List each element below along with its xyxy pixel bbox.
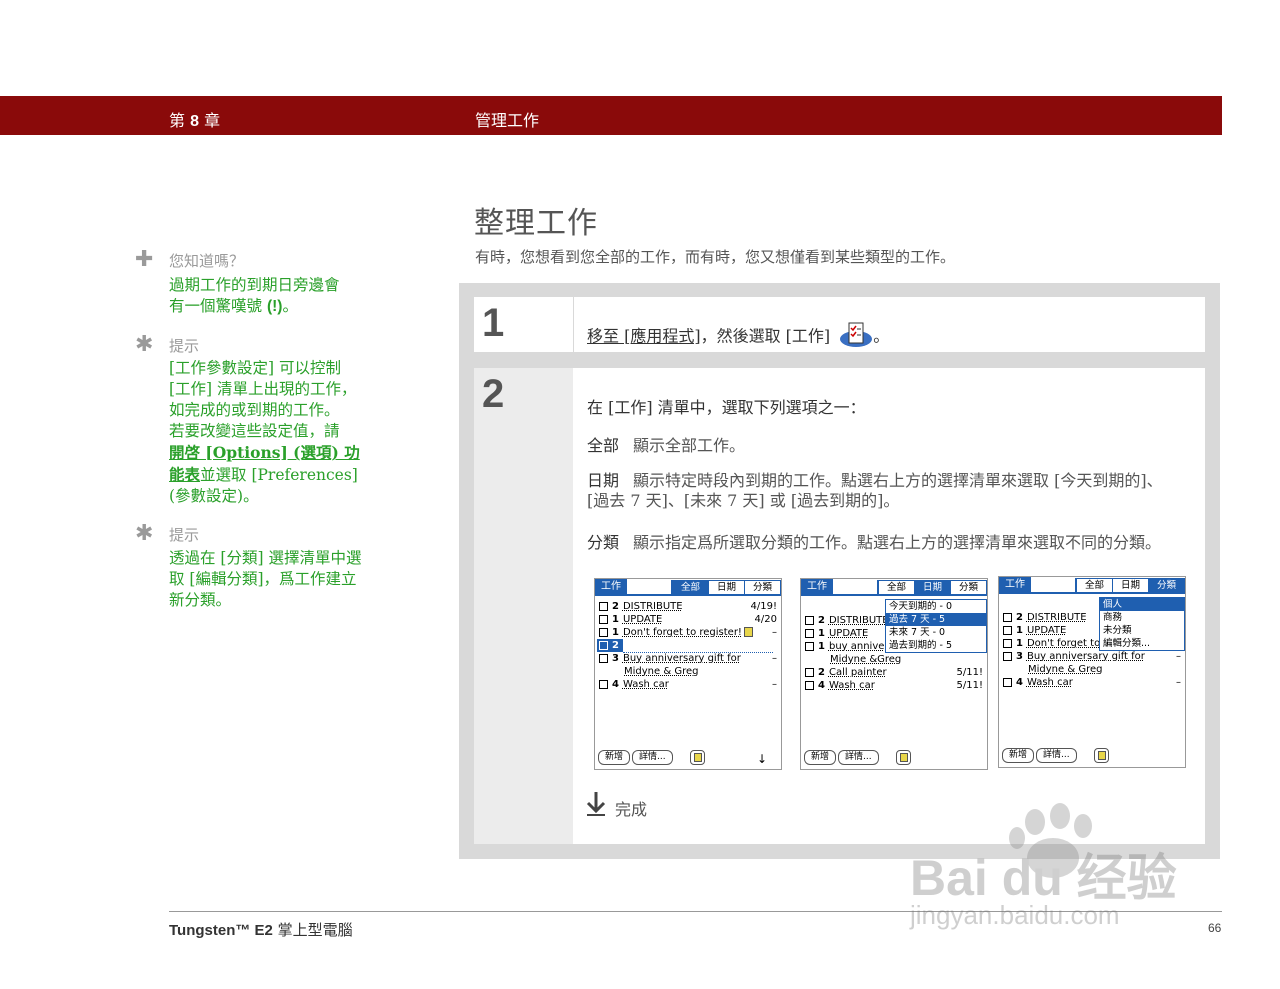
popup-item[interactable]: 今天到期的 - 0 [886, 600, 986, 613]
asterisk-icon: ✱ [135, 521, 154, 546]
task-row[interactable]: 3 Buy anniversary gift for [599, 652, 741, 665]
note-icon[interactable] [690, 750, 705, 765]
task-row[interactable]: 2 DISTRIBUTE [805, 614, 889, 627]
tip1-heading: 提示 [169, 337, 200, 355]
scroll-down-icon[interactable]: ↓ [757, 752, 767, 766]
popup-item[interactable]: 過去到期的 - 5 [886, 639, 986, 652]
options-menu-link-cont[interactable]: 能表 [169, 465, 200, 484]
option-all: 全部 顯示全部工作。 [587, 436, 746, 455]
popup-item[interactable]: 未分類 [1100, 624, 1184, 637]
applications-link[interactable]: 移至 [應用程式] [587, 327, 701, 346]
tip1-body: [工作參數設定] 可以控制 [工作] 清單上出現的工作， 如完成的或到期的工作。… [169, 359, 360, 505]
watermark-url: jingyan.baidu.com [910, 900, 1120, 930]
view-tabs: 全部 日期 分類 [1074, 578, 1185, 593]
tip2-heading: 提示 [169, 526, 200, 544]
popup-item-selected[interactable]: 過去 7 天 - 5 [886, 613, 986, 626]
view-tabs: 全部 日期 分類 [670, 580, 781, 595]
tasks-screen-date: 工作 全部 日期 分類 2 DISTRIBUTE 1 UPDATE 1 buy ann… [800, 578, 988, 770]
baidu-watermark: Bai du 经验 jingyan.baidu.com [905, 800, 1205, 940]
did-you-know-heading: 您知道嗎？ [169, 252, 245, 270]
note-icon[interactable] [1094, 748, 1109, 763]
task-desc-field[interactable] [623, 639, 773, 653]
details-button[interactable]: 詳情... [1036, 748, 1077, 763]
task-row[interactable]: 2 DISTRIBUTE [599, 600, 683, 613]
date-filter-popup: 今天到期的 - 0 過去 7 天 - 5 未來 7 天 - 0 過去到期的 - … [885, 599, 987, 653]
task-row[interactable]: 3 Buy anniversary gift for [1003, 650, 1145, 663]
popup-item[interactable]: 編輯分類... [1100, 637, 1184, 650]
page-title: 整理工作 [474, 206, 598, 241]
tasks-app-icon[interactable] [839, 321, 873, 353]
step2-box: 2 2 在 [工作] 清單中，選取下列選項之一： 全部顯示全部工作。 日期顯示特… [474, 368, 1205, 844]
task-row[interactable]: 1 UPDATE [599, 613, 662, 626]
tab-all[interactable]: 全部 [1075, 579, 1112, 592]
new-button[interactable]: 新增 [804, 750, 837, 765]
tab-all[interactable]: 全部 [877, 581, 914, 594]
details-button[interactable]: 詳情... [838, 750, 879, 765]
tab-all[interactable]: 全部 [671, 581, 708, 594]
intro-text: 有時，您想看到您全部的工作，而有時，您又想僅看到某些類型的工作。 [475, 248, 956, 266]
task-row[interactable]: 4 Wash car [1003, 676, 1073, 689]
task-row[interactable]: 4 Wash car [805, 679, 875, 692]
tab-category[interactable]: 分類 [949, 581, 986, 594]
new-button[interactable]: 新增 [598, 750, 631, 765]
task-row[interactable]: 2 DISTRIBUTE [1003, 611, 1087, 624]
product-name: Tungsten™ E2 掌上型電腦 [169, 921, 353, 939]
category-popup: 個人 商務 未分類 編輯分類... [1099, 597, 1185, 651]
chapter-label: 第 8 章 [169, 111, 221, 130]
task-row[interactable]: 1 UPDATE [805, 627, 868, 640]
options-menu-link[interactable]: 開啓 [Options] (選項) 功 [169, 443, 360, 462]
new-button[interactable]: 新增 [1002, 748, 1035, 763]
task-row-cont: Midyne &Greg [830, 654, 902, 665]
tab-date[interactable]: 日期 [1111, 579, 1148, 592]
step1-text: 移至 [應用程式]，然後選取 [工作] 。 [587, 321, 889, 353]
popup-item[interactable]: 未來 7 天 - 0 [886, 626, 986, 639]
tasks-screen-category: 工作 全部 日期 分類 2 DISTRIBUTE 1 UPDATE 1 Don't f… [998, 576, 1186, 768]
arrow-down-icon [585, 791, 607, 821]
plus-icon: ✚ [135, 247, 154, 272]
tip2-body: 透過在 [分類] 選擇清單中選 取 [編輯分類]，爲工作建立 新分類。 [169, 549, 362, 609]
tab-date[interactable]: 日期 [913, 581, 950, 594]
popup-item-selected[interactable]: 個人 [1100, 598, 1184, 611]
task-row[interactable]: 2 Call painter [805, 666, 887, 679]
popup-item[interactable]: 商務 [1100, 611, 1184, 624]
tab-category[interactable]: 分類 [743, 581, 780, 594]
tab-category[interactable]: 分類 [1147, 579, 1184, 592]
task-row[interactable]: 1 buy annive [805, 640, 884, 653]
done-label: 完成 [615, 800, 648, 819]
task-row-selected[interactable]: 2 [597, 639, 623, 652]
view-tabs: 全部 日期 分類 [876, 580, 987, 595]
task-row-cont: Midyne & Greg [1028, 664, 1103, 675]
task-row[interactable]: 1 UPDATE [1003, 624, 1066, 637]
option-date: 日期 顯示特定時段內到期的工作。點選右上方的選擇清單來選取 [今天到期的]、 [過去… [587, 471, 1163, 510]
step1-number: 1 [482, 301, 505, 345]
tab-date[interactable]: 日期 [707, 581, 744, 594]
option-category: 分類 顯示指定爲所選取分類的工作。點選右上方的選擇清單來選取不同的分類。 [587, 533, 1162, 552]
note-icon[interactable] [896, 750, 911, 765]
task-row-cont: Midyne & Greg [624, 666, 699, 677]
step2-number-overlay: 2 [482, 372, 505, 416]
asterisk-icon: ✱ [135, 332, 154, 357]
section-label: 管理工作 [475, 111, 540, 130]
task-row[interactable]: 4 Wash car [599, 678, 669, 691]
did-you-know-body: 過期工作的到期日旁邊會 有一個驚嘆號 (!)。 [169, 276, 340, 315]
details-button[interactable]: 詳情... [632, 750, 673, 765]
step2-lead: 在 [工作] 清單中，選取下列選項之一： [587, 398, 866, 417]
steps-panel: 1 移至 [應用程式]，然後選取 [工作] 。 2 2 在 [工作] 清單中，選… [459, 283, 1220, 859]
task-row[interactable]: 1 Don't forget to register! [599, 626, 753, 639]
page-number: 66 [1208, 921, 1222, 935]
step1-box: 1 移至 [應用程式]，然後選取 [工作] 。 [474, 297, 1205, 352]
task-row[interactable]: 1 Don't forget to [1003, 637, 1100, 650]
tasks-screen-all: 工作 全部 日期 分類 2 DISTRIBUTE 4/19! 1 UPDATE 4/… [594, 578, 782, 770]
